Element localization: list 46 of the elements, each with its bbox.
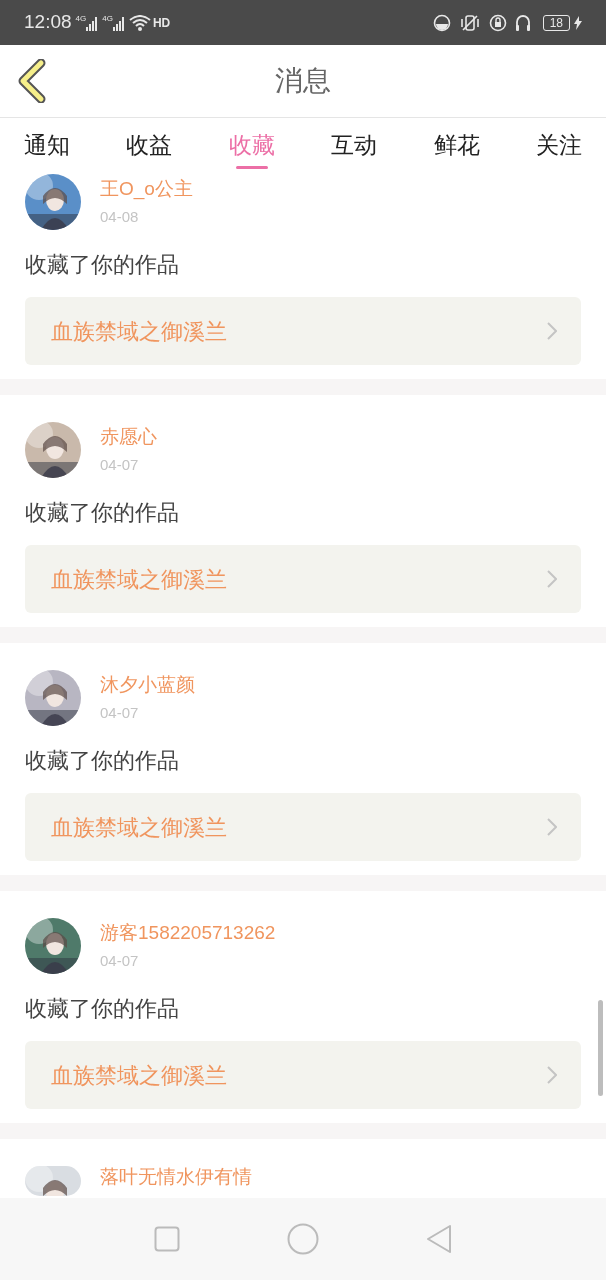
chevron-right-icon bbox=[547, 1066, 557, 1084]
message-date: 04-08 bbox=[100, 207, 140, 227]
network-label: 4G bbox=[102, 14, 113, 23]
user-name[interactable]: 赤愿心 bbox=[100, 426, 157, 448]
tab[interactable]: 鲜花 bbox=[433, 118, 480, 172]
charging-icon bbox=[574, 15, 582, 30]
hd-label: HD bbox=[152, 14, 171, 32]
user-name[interactable]: 沐夕小蓝颜 bbox=[100, 674, 195, 696]
work-link-card[interactable]: 血族禁域之御溪兰 bbox=[25, 545, 581, 613]
tab[interactable]: 互动 bbox=[331, 118, 378, 172]
work-link-card[interactable]: 血族禁域之御溪兰 bbox=[25, 793, 581, 861]
tab[interactable]: 收益 bbox=[126, 118, 173, 172]
rotation-lock-icon bbox=[488, 13, 507, 32]
tab[interactable]: 关注 bbox=[535, 118, 582, 172]
user-name[interactable]: 王O_o公主 bbox=[100, 178, 193, 200]
clock-time: 12:08 bbox=[24, 10, 72, 35]
tab[interactable]: 通知 bbox=[24, 118, 70, 172]
message-date: 04-07 bbox=[100, 951, 140, 971]
user-name[interactable]: 落叶无情水伊有情 bbox=[100, 1166, 252, 1188]
status-icon bbox=[432, 13, 451, 32]
page-title: 消息 bbox=[275, 64, 331, 98]
wifi-icon bbox=[128, 14, 151, 31]
signal-icon bbox=[112, 16, 125, 31]
chevron-right-icon bbox=[547, 322, 557, 340]
battery-indicator: 18 bbox=[542, 14, 570, 31]
work-link-card[interactable]: 血族禁域之御溪兰 bbox=[25, 1041, 581, 1109]
tab[interactable]: 收藏 bbox=[228, 118, 275, 172]
headphones-icon bbox=[514, 13, 531, 32]
network-label: 4G bbox=[75, 14, 87, 23]
back-icon[interactable] bbox=[17, 59, 47, 103]
message-date: 04-07 bbox=[100, 455, 140, 475]
home-icon[interactable] bbox=[287, 1223, 319, 1255]
recent-apps-icon[interactable] bbox=[153, 1226, 180, 1252]
chevron-right-icon bbox=[547, 570, 557, 588]
back-nav-icon[interactable] bbox=[426, 1224, 453, 1254]
tab-indicator bbox=[235, 166, 268, 169]
vibrate-icon bbox=[458, 13, 481, 32]
message-text: 收藏了你的作品 bbox=[25, 499, 180, 527]
message-text: 收藏了你的作品 bbox=[25, 995, 180, 1023]
message-text: 收藏了你的作品 bbox=[25, 251, 180, 279]
signal-icon bbox=[86, 16, 99, 31]
work-link-card[interactable]: 血族禁域之御溪兰 bbox=[25, 297, 581, 365]
message-text: 收藏了你的作品 bbox=[25, 747, 180, 775]
chevron-right-icon bbox=[547, 818, 557, 836]
user-name[interactable]: 游客1582205713262 bbox=[100, 922, 276, 944]
message-date: 04-07 bbox=[100, 703, 140, 723]
